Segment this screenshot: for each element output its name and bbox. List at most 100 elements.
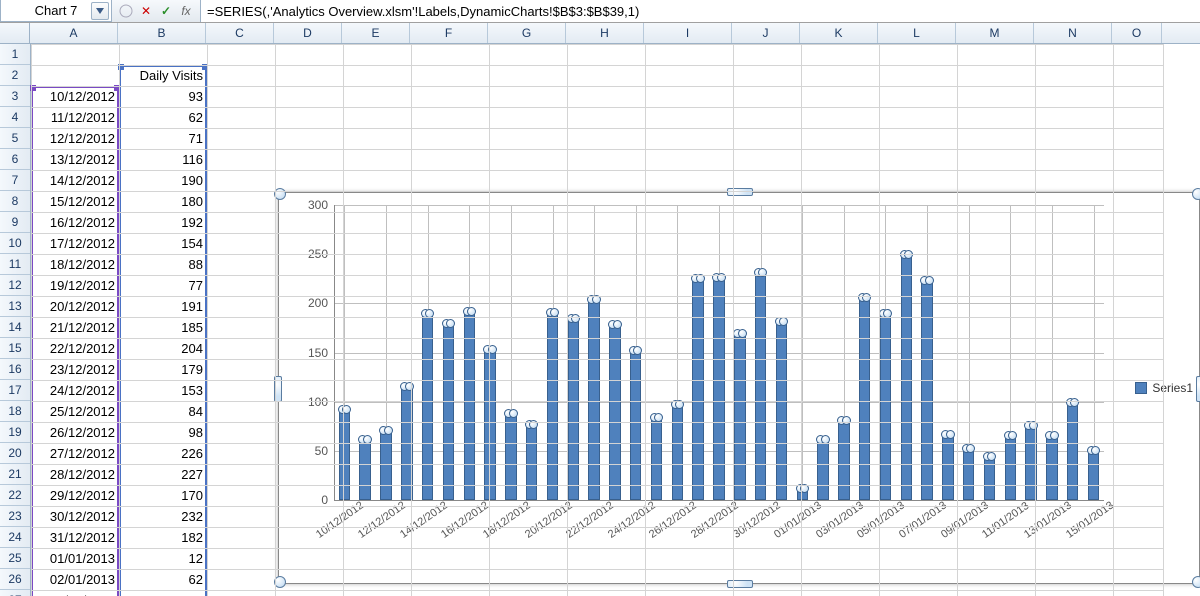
cell[interactable]: 93	[119, 86, 207, 107]
name-box-dropdown-icon[interactable]	[91, 2, 109, 20]
cell[interactable]: 16/12/2012	[31, 212, 119, 233]
row-header-9[interactable]: 9	[0, 212, 30, 233]
fn-wizard-icon[interactable]	[116, 1, 136, 21]
cell[interactable]: 153	[119, 380, 207, 401]
chart-resize-handle[interactable]	[727, 580, 753, 588]
column-header-O[interactable]: O	[1112, 23, 1162, 43]
cell[interactable]: 18/12/2012	[31, 254, 119, 275]
chart-bar[interactable]	[568, 318, 579, 500]
chart-resize-handle[interactable]	[1192, 188, 1200, 200]
cell[interactable]: 14/12/2012	[31, 170, 119, 191]
column-header-E[interactable]: E	[342, 23, 410, 43]
column-header-K[interactable]: K	[800, 23, 878, 43]
chart-bar[interactable]	[464, 311, 475, 500]
cell[interactable]: 21/12/2012	[31, 317, 119, 338]
row-header-4[interactable]: 4	[0, 107, 30, 128]
cell[interactable]: 20/12/2012	[31, 296, 119, 317]
chart-legend[interactable]: Series1	[1135, 381, 1193, 395]
row-header-22[interactable]: 22	[0, 485, 30, 506]
cell[interactable]: 62	[119, 107, 207, 128]
column-header-M[interactable]: M	[956, 23, 1034, 43]
cell[interactable]: 23/12/2012	[31, 359, 119, 380]
row-header-27[interactable]: 27	[0, 590, 30, 596]
chart-bar[interactable]	[609, 324, 620, 500]
column-header-H[interactable]: H	[566, 23, 644, 43]
column-header-L[interactable]: L	[878, 23, 956, 43]
row-header-3[interactable]: 3	[0, 86, 30, 107]
cell[interactable]: 191	[119, 296, 207, 317]
row-header-24[interactable]: 24	[0, 527, 30, 548]
column-header-I[interactable]: I	[644, 23, 732, 43]
chart-bar[interactable]	[651, 417, 662, 500]
cell[interactable]: 28/12/2012	[31, 464, 119, 485]
chart-bar[interactable]	[359, 439, 370, 500]
row-header-6[interactable]: 6	[0, 149, 30, 170]
cell[interactable]: 179	[119, 359, 207, 380]
formula-input[interactable]: =SERIES(,'Analytics Overview.xlsm'!Label…	[200, 0, 1200, 22]
fx-icon[interactable]: fx	[176, 1, 196, 21]
cell[interactable]: 31/12/2012	[31, 527, 119, 548]
cell[interactable]: 88	[119, 254, 207, 275]
cell[interactable]: 10/12/2012	[31, 86, 119, 107]
chart-resize-handle[interactable]	[727, 188, 753, 196]
chart-bar[interactable]	[422, 313, 433, 500]
cell[interactable]: 180	[119, 191, 207, 212]
row-header-11[interactable]: 11	[0, 254, 30, 275]
cell[interactable]: Daily Visits	[119, 65, 207, 86]
cell[interactable]: 03/01/2013	[31, 590, 119, 596]
chart-resize-handle[interactable]	[1192, 576, 1200, 588]
cancel-icon[interactable]: ✕	[136, 1, 156, 21]
chart-bar[interactable]	[692, 278, 703, 500]
chart-bar[interactable]	[984, 456, 995, 500]
confirm-icon[interactable]: ✓	[156, 1, 176, 21]
chart-bar[interactable]	[1088, 450, 1099, 500]
cell[interactable]: 170	[119, 485, 207, 506]
row-header-16[interactable]: 16	[0, 359, 30, 380]
name-box[interactable]: Chart 7	[0, 0, 112, 22]
cell[interactable]: 29/12/2012	[31, 485, 119, 506]
chart-bar[interactable]	[942, 434, 953, 500]
select-all-corner[interactable]	[0, 23, 30, 43]
column-header-C[interactable]: C	[206, 23, 274, 43]
row-header-8[interactable]: 8	[0, 191, 30, 212]
chart-bar[interactable]	[484, 349, 495, 500]
chart-bar[interactable]	[713, 277, 724, 500]
row-header-18[interactable]: 18	[0, 401, 30, 422]
chart-bar[interactable]	[1046, 435, 1057, 500]
row-header-19[interactable]: 19	[0, 422, 30, 443]
row-header-10[interactable]: 10	[0, 233, 30, 254]
cell[interactable]: 30/12/2012	[31, 506, 119, 527]
cell[interactable]: 154	[119, 233, 207, 254]
chart-bar[interactable]	[380, 430, 391, 500]
cell[interactable]: 116	[119, 149, 207, 170]
cell[interactable]: 27/12/2012	[31, 443, 119, 464]
cell[interactable]: 81	[119, 590, 207, 596]
row-header-20[interactable]: 20	[0, 443, 30, 464]
cell[interactable]: 01/01/2013	[31, 548, 119, 569]
cell[interactable]: 13/12/2012	[31, 149, 119, 170]
cell[interactable]: 19/12/2012	[31, 275, 119, 296]
row-header-7[interactable]: 7	[0, 170, 30, 191]
cell[interactable]: 71	[119, 128, 207, 149]
cell[interactable]: 15/12/2012	[31, 191, 119, 212]
row-header-13[interactable]: 13	[0, 296, 30, 317]
chart-bar[interactable]	[1005, 435, 1016, 500]
row-header-26[interactable]: 26	[0, 569, 30, 590]
row-header-23[interactable]: 23	[0, 506, 30, 527]
row-header-17[interactable]: 17	[0, 380, 30, 401]
chart-bar[interactable]	[921, 280, 932, 500]
chart-bar[interactable]	[838, 420, 849, 500]
chart-bar[interactable]	[817, 439, 828, 500]
column-header-G[interactable]: G	[488, 23, 566, 43]
cell[interactable]: 232	[119, 506, 207, 527]
cell[interactable]: 204	[119, 338, 207, 359]
chart-bar[interactable]	[547, 312, 558, 500]
column-header-F[interactable]: F	[410, 23, 488, 43]
chart-bar[interactable]	[588, 299, 599, 500]
column-header-B[interactable]: B	[118, 23, 206, 43]
chart-bar[interactable]	[443, 323, 454, 500]
chart-bar[interactable]	[630, 350, 641, 500]
chart-bar[interactable]	[734, 333, 745, 500]
row-header-14[interactable]: 14	[0, 317, 30, 338]
cell[interactable]: 185	[119, 317, 207, 338]
